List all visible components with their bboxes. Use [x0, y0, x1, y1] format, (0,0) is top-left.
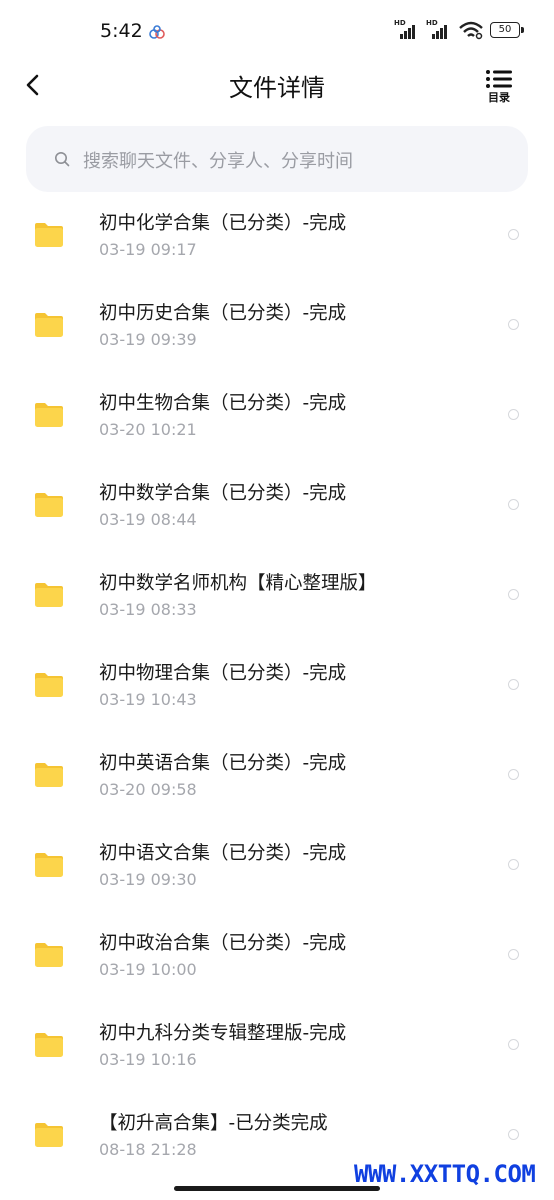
folder-icon: [35, 583, 63, 607]
file-list-item[interactable]: 初中九科分类专辑整理版-完成 03-19 10:16: [0, 1006, 554, 1096]
file-name: 初中九科分类专辑整理版-完成: [99, 1023, 347, 1044]
status-bar: 5:42 HD HD 50: [0, 0, 554, 64]
signal-hd-label: HD: [426, 19, 438, 27]
select-radio[interactable]: [508, 229, 519, 240]
signal-icon-2: HD: [426, 19, 452, 39]
file-date: 03-19 08:33: [99, 600, 197, 619]
file-list-item[interactable]: 初中语文合集（已分类）-完成 03-19 09:30: [0, 826, 554, 916]
file-name: 【初升高合集】-已分类完成: [99, 1113, 328, 1134]
file-list-item[interactable]: 初中英语合集（已分类）-完成 03-20 09:58: [0, 736, 554, 826]
file-name: 初中生物合集（已分类）-完成: [99, 393, 347, 414]
page-title: 文件详情: [229, 74, 325, 102]
file-date: 03-19 08:44: [99, 510, 197, 529]
file-name: 初中化学合集（已分类）-完成: [99, 213, 347, 234]
file-name: 初中物理合集（已分类）-完成: [99, 663, 347, 684]
folder-icon: [35, 853, 63, 877]
select-radio[interactable]: [508, 1039, 519, 1050]
select-radio[interactable]: [508, 859, 519, 870]
file-name: 初中政治合集（已分类）-完成: [99, 933, 347, 954]
file-date: 08-18 21:28: [99, 1140, 197, 1159]
file-name: 初中语文合集（已分类）-完成: [99, 843, 347, 864]
select-radio[interactable]: [508, 1129, 519, 1140]
folder-icon: [35, 763, 63, 787]
folder-icon: [35, 1033, 63, 1057]
select-radio[interactable]: [508, 679, 519, 690]
select-radio[interactable]: [508, 409, 519, 420]
file-date: 03-20 09:58: [99, 780, 197, 799]
search-placeholder: 搜索聊天文件、分享人、分享时间: [83, 151, 353, 172]
file-list-item[interactable]: 初中数学合集（已分类）-完成 03-19 08:44: [0, 466, 554, 556]
file-name: 初中英语合集（已分类）-完成: [99, 753, 347, 774]
file-list: 初中化学合集（已分类）-完成 03-19 09:17 初中历史合集（已分类）-完成 0…: [0, 196, 554, 1186]
file-date: 03-19 10:43: [99, 690, 197, 709]
file-date: 03-19 09:17: [99, 240, 197, 259]
toc-button[interactable]: 目录: [484, 69, 514, 104]
file-name: 初中数学名师机构【精心整理版】: [99, 573, 377, 594]
status-time: 5:42: [100, 20, 143, 42]
folder-icon: [35, 313, 63, 337]
home-indicator[interactable]: [174, 1186, 380, 1191]
search-input[interactable]: 搜索聊天文件、分享人、分享时间: [26, 126, 528, 192]
file-date: 03-19 09:39: [99, 330, 197, 349]
select-radio[interactable]: [508, 319, 519, 330]
search-icon: [55, 152, 70, 167]
signal-hd-label: HD: [394, 19, 406, 27]
file-date: 03-20 10:21: [99, 420, 197, 439]
toc-label: 目录: [488, 91, 510, 104]
nav-bar: 文件详情 目录: [0, 56, 554, 112]
folder-icon: [35, 943, 63, 967]
file-date: 03-19 10:00: [99, 960, 197, 979]
select-radio[interactable]: [508, 769, 519, 780]
folder-icon: [35, 223, 63, 247]
file-list-item[interactable]: 初中生物合集（已分类）-完成 03-20 10:21: [0, 376, 554, 466]
list-icon: [486, 70, 512, 88]
file-date: 03-19 10:16: [99, 1050, 197, 1069]
app-notification-icon: [149, 25, 165, 39]
folder-icon: [35, 1123, 63, 1147]
file-list-item[interactable]: 初中物理合集（已分类）-完成 03-19 10:43: [0, 646, 554, 736]
select-radio[interactable]: [508, 499, 519, 510]
file-list-item[interactable]: 初中历史合集（已分类）-完成 03-19 09:39: [0, 286, 554, 376]
file-name: 初中历史合集（已分类）-完成: [99, 303, 347, 324]
folder-icon: [35, 673, 63, 697]
battery-icon: 50: [490, 22, 524, 38]
file-list-item[interactable]: 初中政治合集（已分类）-完成 03-19 10:00: [0, 916, 554, 1006]
signal-icon-1: HD: [394, 19, 420, 39]
folder-icon: [35, 493, 63, 517]
watermark: WWW.XXTTQ.COM: [354, 1160, 536, 1188]
file-list-item[interactable]: 初中化学合集（已分类）-完成 03-19 09:17: [0, 196, 554, 286]
wifi-icon: [459, 21, 483, 40]
file-list-item[interactable]: 初中数学名师机构【精心整理版】 03-19 08:33: [0, 556, 554, 646]
file-date: 03-19 09:30: [99, 870, 197, 889]
select-radio[interactable]: [508, 949, 519, 960]
file-name: 初中数学合集（已分类）-完成: [99, 483, 347, 504]
folder-icon: [35, 403, 63, 427]
select-radio[interactable]: [508, 589, 519, 600]
